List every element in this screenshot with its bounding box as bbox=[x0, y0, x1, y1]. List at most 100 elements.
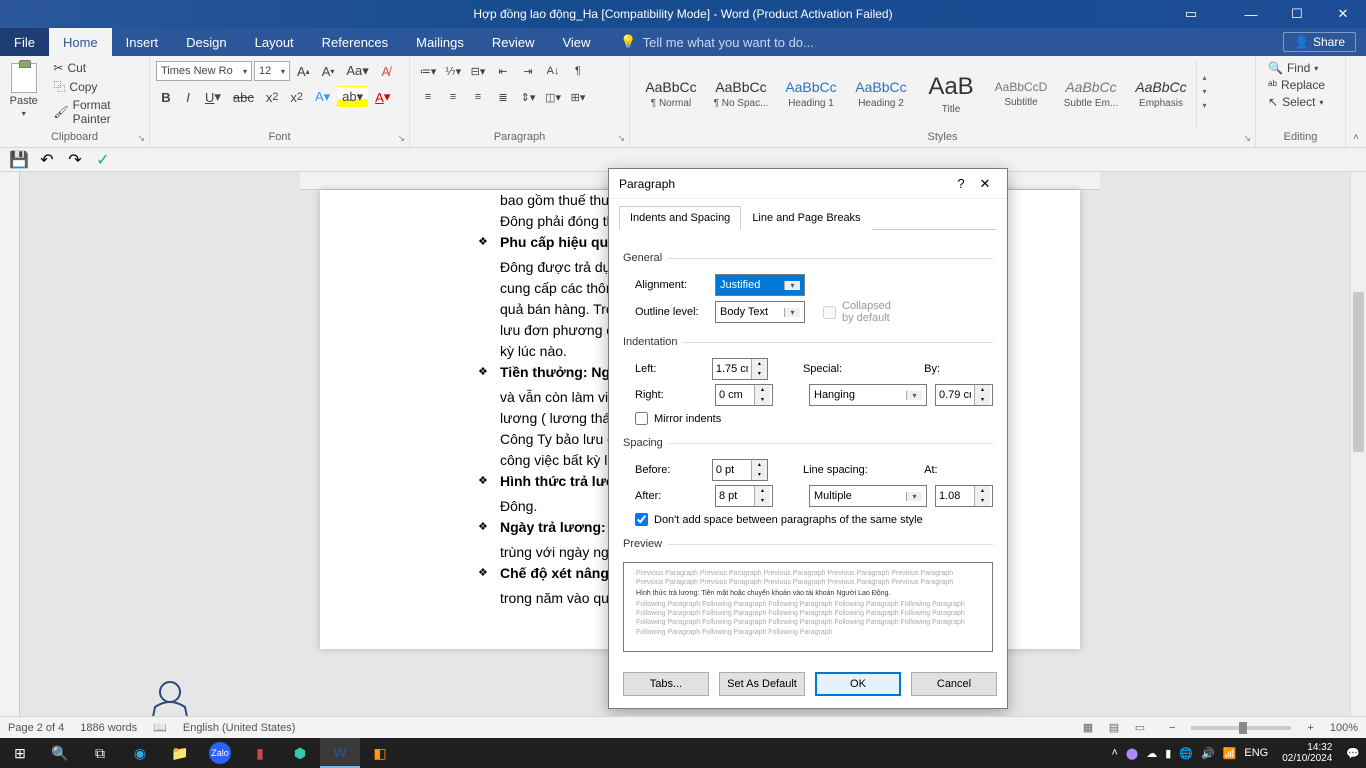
indent-left-input[interactable]: ▴▾ bbox=[712, 358, 768, 380]
network-icon[interactable]: 🌐 bbox=[1179, 747, 1193, 760]
style-subtle-em[interactable]: AaBbCcSubtle Em... bbox=[1056, 60, 1126, 128]
dialog-help-button[interactable]: ? bbox=[949, 176, 973, 191]
by-input[interactable]: ▴▾ bbox=[935, 384, 993, 406]
close-button[interactable]: ✕ bbox=[1320, 0, 1366, 28]
page-indicator[interactable]: Page 2 of 4 bbox=[8, 722, 64, 734]
tab-view[interactable]: View bbox=[548, 28, 604, 56]
shading-button[interactable]: ◫▾ bbox=[541, 86, 565, 108]
spacing-before-input[interactable]: ▴▾ bbox=[712, 459, 768, 481]
shrink-font-button[interactable]: A▾ bbox=[317, 60, 340, 82]
justify-button[interactable]: ≣ bbox=[491, 86, 515, 108]
zoom-in-button[interactable]: + bbox=[1307, 722, 1313, 734]
highlight-button[interactable]: ab▾ bbox=[337, 86, 368, 108]
maximize-button[interactable]: ☐ bbox=[1274, 0, 1320, 28]
save-button[interactable]: 💾 bbox=[8, 150, 30, 170]
zalo-icon[interactable]: Zalo bbox=[209, 742, 231, 764]
wifi-icon[interactable]: 📶 bbox=[1223, 747, 1237, 760]
mirror-indents-checkbox[interactable] bbox=[635, 412, 648, 425]
decrease-indent-button[interactable]: ⇤ bbox=[491, 60, 515, 82]
tabs-button[interactable]: Tabs... bbox=[623, 672, 709, 696]
read-mode-button[interactable]: ▦ bbox=[1075, 719, 1101, 737]
copy-button[interactable]: ⿻Copy bbox=[47, 77, 143, 96]
bold-button[interactable]: B bbox=[156, 86, 176, 108]
tray-expand-icon[interactable]: ˄ bbox=[1111, 747, 1117, 759]
cut-button[interactable]: ✂Cut bbox=[47, 60, 143, 76]
special-combo[interactable]: Hanging▾ bbox=[809, 384, 927, 406]
scrollbar-thumb[interactable] bbox=[1353, 292, 1364, 452]
notifications-icon[interactable]: 💬 bbox=[1346, 747, 1360, 760]
underline-button[interactable]: U▾ bbox=[200, 86, 226, 108]
tab-line-page-breaks[interactable]: Line and Page Breaks bbox=[741, 206, 871, 230]
web-layout-button[interactable]: ▭ bbox=[1127, 719, 1153, 737]
set-default-button[interactable]: Set As Default bbox=[719, 672, 805, 696]
font-color-button[interactable]: A▾ bbox=[370, 86, 395, 108]
styles-launcher-icon[interactable]: ↘ bbox=[1243, 133, 1251, 144]
search-button[interactable]: 🔍 bbox=[40, 738, 80, 768]
grow-font-button[interactable]: A▴ bbox=[292, 60, 315, 82]
numbering-button[interactable]: ⅐▾ bbox=[441, 60, 465, 82]
tab-layout[interactable]: Layout bbox=[241, 28, 308, 56]
redo-button[interactable]: ↷ bbox=[64, 150, 86, 170]
battery-icon[interactable]: ▮ bbox=[1165, 747, 1171, 760]
change-case-button[interactable]: Aa▾ bbox=[341, 60, 373, 82]
font-launcher-icon[interactable]: ↘ bbox=[397, 133, 405, 144]
ok-button[interactable]: OK bbox=[815, 672, 901, 696]
outline-level-combo[interactable]: Body Text▾ bbox=[715, 301, 805, 323]
style-heading2[interactable]: AaBbCcHeading 2 bbox=[846, 60, 916, 128]
borders-button[interactable]: ⊞▾ bbox=[566, 86, 590, 108]
vertical-ruler[interactable] bbox=[0, 172, 20, 738]
sort-button[interactable]: A↓ bbox=[541, 60, 565, 82]
taskbar-clock[interactable]: 14:32 02/10/2024 bbox=[1276, 742, 1338, 764]
minimize-button[interactable]: ― bbox=[1228, 0, 1274, 28]
undo-button[interactable]: ↶ bbox=[36, 150, 58, 170]
alignment-combo[interactable]: Justified▾ bbox=[715, 274, 805, 296]
style-heading1[interactable]: AaBbCcHeading 1 bbox=[776, 60, 846, 128]
app-icon-3[interactable]: ◧ bbox=[360, 738, 400, 768]
tab-insert[interactable]: Insert bbox=[112, 28, 173, 56]
strikethrough-button[interactable]: abc bbox=[228, 86, 259, 108]
line-spacing-combo[interactable]: Multiple▾ bbox=[809, 485, 927, 507]
multilevel-button[interactable]: ⊟▾ bbox=[466, 60, 490, 82]
line-spacing-button[interactable]: ⇕▾ bbox=[516, 86, 540, 108]
input-language[interactable]: ENG bbox=[1244, 747, 1268, 759]
app-icon-1[interactable]: ▮ bbox=[240, 738, 280, 768]
task-view-button[interactable]: ⧉ bbox=[80, 738, 120, 768]
subscript-button[interactable]: x2 bbox=[261, 86, 284, 108]
spellcheck-button[interactable]: ✓ bbox=[92, 150, 114, 170]
style-title[interactable]: AaBTitle bbox=[916, 60, 986, 128]
style-nospacing[interactable]: AaBbCc¶ No Spac... bbox=[706, 60, 776, 128]
at-input[interactable]: ▴▾ bbox=[935, 485, 993, 507]
dialog-titlebar[interactable]: Paragraph ? ✕ bbox=[609, 169, 1007, 199]
word-taskbar-icon[interactable]: W bbox=[320, 738, 360, 768]
align-left-button[interactable]: ≡ bbox=[416, 86, 440, 108]
style-emphasis[interactable]: AaBbCcEmphasis bbox=[1126, 60, 1196, 128]
tab-references[interactable]: References bbox=[308, 28, 402, 56]
edge-icon[interactable]: ◉ bbox=[120, 738, 160, 768]
file-explorer-icon[interactable]: 📁 bbox=[160, 738, 200, 768]
word-count[interactable]: 1886 words bbox=[80, 722, 137, 734]
tab-home[interactable]: Home bbox=[49, 28, 112, 56]
spacing-after-input[interactable]: ▴▾ bbox=[715, 485, 773, 507]
paragraph-launcher-icon[interactable]: ↘ bbox=[617, 133, 625, 144]
paste-button[interactable]: Paste ▾ bbox=[6, 60, 41, 121]
dont-add-space-checkbox[interactable] bbox=[635, 513, 648, 526]
superscript-button[interactable]: x2 bbox=[285, 86, 308, 108]
volume-icon[interactable]: 🔊 bbox=[1201, 747, 1215, 760]
share-button[interactable]: 👤 Share bbox=[1283, 32, 1356, 52]
find-button[interactable]: 🔍Find ▾ bbox=[1262, 60, 1324, 76]
tab-review[interactable]: Review bbox=[478, 28, 549, 56]
zoom-out-button[interactable]: − bbox=[1169, 722, 1175, 734]
print-layout-button[interactable]: ▤ bbox=[1101, 719, 1127, 737]
font-size-selector[interactable]: 12▾ bbox=[254, 61, 290, 81]
language-indicator[interactable]: English (United States) bbox=[183, 722, 296, 734]
cancel-button[interactable]: Cancel bbox=[911, 672, 997, 696]
styles-gallery-more[interactable]: ▴▾▾ bbox=[1196, 60, 1212, 128]
text-effects-button[interactable]: A▾ bbox=[310, 86, 335, 108]
clear-formatting-button[interactable]: A̸ bbox=[376, 60, 396, 82]
italic-button[interactable]: I bbox=[178, 86, 198, 108]
tab-indents-spacing[interactable]: Indents and Spacing bbox=[619, 206, 741, 230]
format-painter-button[interactable]: 🖌Format Painter bbox=[47, 97, 143, 127]
style-normal[interactable]: AaBbCc¶ Normal bbox=[636, 60, 706, 128]
align-center-button[interactable]: ≡ bbox=[441, 86, 465, 108]
replace-button[interactable]: ᵃᵇReplace bbox=[1262, 77, 1331, 93]
